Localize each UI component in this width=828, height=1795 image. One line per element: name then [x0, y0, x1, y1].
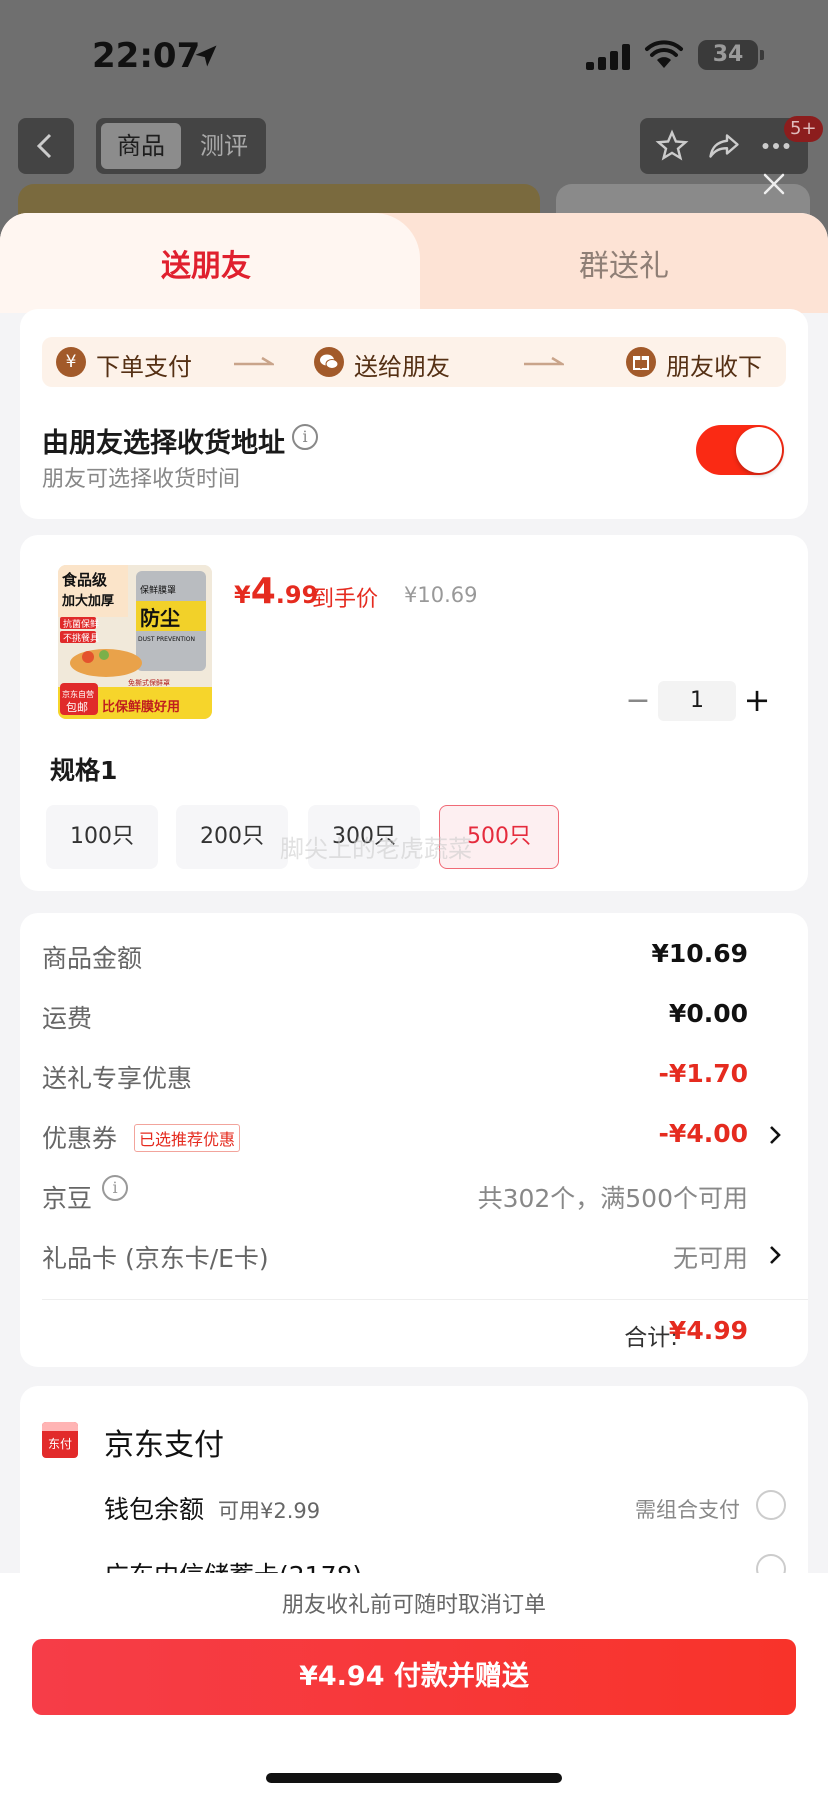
gift-discount-value: -¥1.70 — [658, 1059, 748, 1088]
combined-payment-hint: 需组合支付 — [635, 1498, 740, 1522]
wallet-available: 可用¥2.99 — [218, 1499, 321, 1523]
chevron-right-icon[interactable] — [766, 1123, 784, 1147]
goods-amount-label: 商品金额 — [42, 944, 143, 973]
quantity-decrease-button[interactable]: − — [624, 683, 652, 719]
spec-title: 规格1 — [50, 756, 118, 785]
gift-flow-steps: ¥ 下单支付 送给朋友 朋友收下 — [42, 337, 786, 387]
product-page-nav: 商品 测评 5+ — [0, 116, 828, 178]
close-icon[interactable] — [758, 168, 790, 200]
toggle-knob — [736, 427, 782, 473]
battery-icon: 34 — [698, 40, 764, 70]
product-segment-control: 商品 测评 — [96, 118, 266, 174]
status-time: 22:07 — [92, 36, 201, 76]
friend-address-title: 由朋友选择收货地址 — [42, 428, 285, 459]
friend-address-toggle[interactable] — [696, 425, 784, 475]
flow-step-label: 送给朋友 — [354, 353, 450, 381]
product-price: ¥4.99 — [234, 571, 318, 612]
friend-address-subtitle: 朋友可选择收货时间 — [42, 467, 241, 492]
spec-option-100[interactable]: 100只 — [46, 805, 158, 869]
spec-option-200[interactable]: 200只 — [176, 805, 288, 869]
image-text: 抗菌保鲜 — [63, 618, 99, 630]
total-value: ¥4.99 — [668, 1316, 748, 1345]
shipping-fee-label: 运费 — [42, 1004, 93, 1033]
pay-and-gift-button[interactable]: ¥4.94 付款并赠送 — [32, 1639, 796, 1715]
home-indicator[interactable] — [266, 1773, 562, 1783]
tab-product[interactable]: 商品 — [101, 123, 181, 169]
jd-pay-icon: 东付 — [42, 1422, 78, 1458]
info-icon[interactable]: i — [292, 424, 318, 450]
wechat-icon — [314, 347, 344, 377]
star-icon[interactable] — [654, 128, 690, 164]
flow-step-label: 朋友收下 — [666, 353, 762, 381]
status-bar: 22:07 34 — [0, 0, 828, 110]
gift-card-label[interactable]: 礼品卡 (京东卡/E卡) — [42, 1239, 269, 1275]
gift-discount-label: 送礼专享优惠 — [42, 1064, 193, 1093]
image-text: 京东自营 — [62, 689, 94, 699]
image-text: 食品级 — [62, 571, 108, 589]
product-image: 食品级 加大加厚 抗菌保鲜 不挑餐具 保鲜膜罩 防尘 DUST PREVENTI… — [58, 565, 212, 719]
message-badge: 5+ — [784, 116, 823, 142]
wallet-radio[interactable] — [756, 1490, 786, 1520]
chevron-right-icon[interactable] — [766, 1243, 784, 1267]
coupon-recommended-tag: 已选推荐优惠 — [134, 1124, 241, 1152]
cellular-signal-icon — [586, 44, 632, 70]
payment-title: 京东支付 — [104, 1428, 224, 1463]
info-icon[interactable]: i — [102, 1175, 128, 1201]
price-breakdown-card: 商品金额 ¥10.69 运费 ¥0.00 送礼专享优惠 -¥1.70 优惠券 已… — [20, 913, 808, 1367]
checkout-footer: 朋友收礼前可随时取消订单 ¥4.94 付款并赠送 — [0, 1573, 828, 1795]
location-arrow-icon — [195, 45, 217, 67]
tab-send-friend[interactable]: 送朋友 — [0, 213, 420, 313]
gift-flow-card: ¥ 下单支付 送给朋友 朋友收下 由朋友选择收货地址 i 朋友可选择收货时间 — [20, 309, 808, 519]
chevron-left-icon — [36, 133, 52, 159]
image-text: 加大加厚 — [61, 593, 114, 609]
yen-circle-icon: ¥ — [56, 347, 86, 377]
image-text: 防尘 — [140, 606, 180, 630]
quantity-input[interactable]: 1 — [658, 681, 736, 721]
gift-icon — [626, 347, 656, 377]
arrow-right-icon — [234, 356, 274, 366]
gift-mode-tabs: 送朋友 群送礼 — [0, 213, 828, 313]
gift-sheet: 送朋友 群送礼 ¥ 下单支付 送给朋友 朋友收下 由朋友选择收货地址 i 朋友可… — [0, 213, 828, 1795]
tab-group-gift[interactable]: 群送礼 — [420, 241, 828, 285]
quantity-increase-button[interactable]: + — [742, 681, 772, 721]
back-button[interactable] — [18, 118, 74, 174]
jd-beans-value: 共302个，满500个可用 — [477, 1184, 748, 1213]
share-icon[interactable] — [706, 128, 742, 164]
price-integer: 4 — [250, 571, 276, 612]
tab-review[interactable]: 测评 — [184, 123, 264, 169]
wallet-balance-label: 钱包余额 — [104, 1495, 205, 1524]
image-text: 包邮 — [66, 701, 88, 714]
product-card: 食品级 加大加厚 抗菌保鲜 不挑餐具 保鲜膜罩 防尘 DUST PREVENTI… — [20, 535, 808, 891]
tab-send-friend-label: 送朋友 — [161, 249, 251, 284]
watermark: 脚尖上的老虎蔬菜 — [280, 835, 472, 863]
image-text: 不挑餐具 — [63, 632, 99, 644]
price-currency: ¥ — [234, 581, 251, 609]
divider — [42, 1299, 808, 1300]
coupon-label[interactable]: 优惠券 — [42, 1119, 117, 1155]
shipping-fee-value: ¥0.00 — [668, 999, 748, 1028]
image-text: DUST PREVENTION — [138, 636, 195, 643]
gift-card-value[interactable]: 无可用 — [673, 1239, 748, 1275]
wifi-icon — [645, 40, 683, 68]
flow-step-label: 下单支付 — [96, 353, 192, 381]
original-price: ¥10.69 — [404, 583, 478, 607]
arrow-right-icon — [524, 356, 564, 366]
image-text: 免撕式保鲜罩 — [128, 678, 170, 687]
jd-beans-label: 京豆 — [42, 1184, 93, 1213]
image-text: 保鲜膜罩 — [140, 584, 176, 596]
cancel-note: 朋友收礼前可随时取消订单 — [281, 1593, 546, 1618]
image-text: 比保鲜膜好用 — [102, 699, 180, 715]
price-tag-label: 到手价 — [312, 587, 379, 612]
nav-actions — [640, 118, 808, 174]
goods-amount-value: ¥10.69 — [651, 939, 748, 968]
coupon-value[interactable]: -¥4.00 — [659, 1119, 748, 1148]
